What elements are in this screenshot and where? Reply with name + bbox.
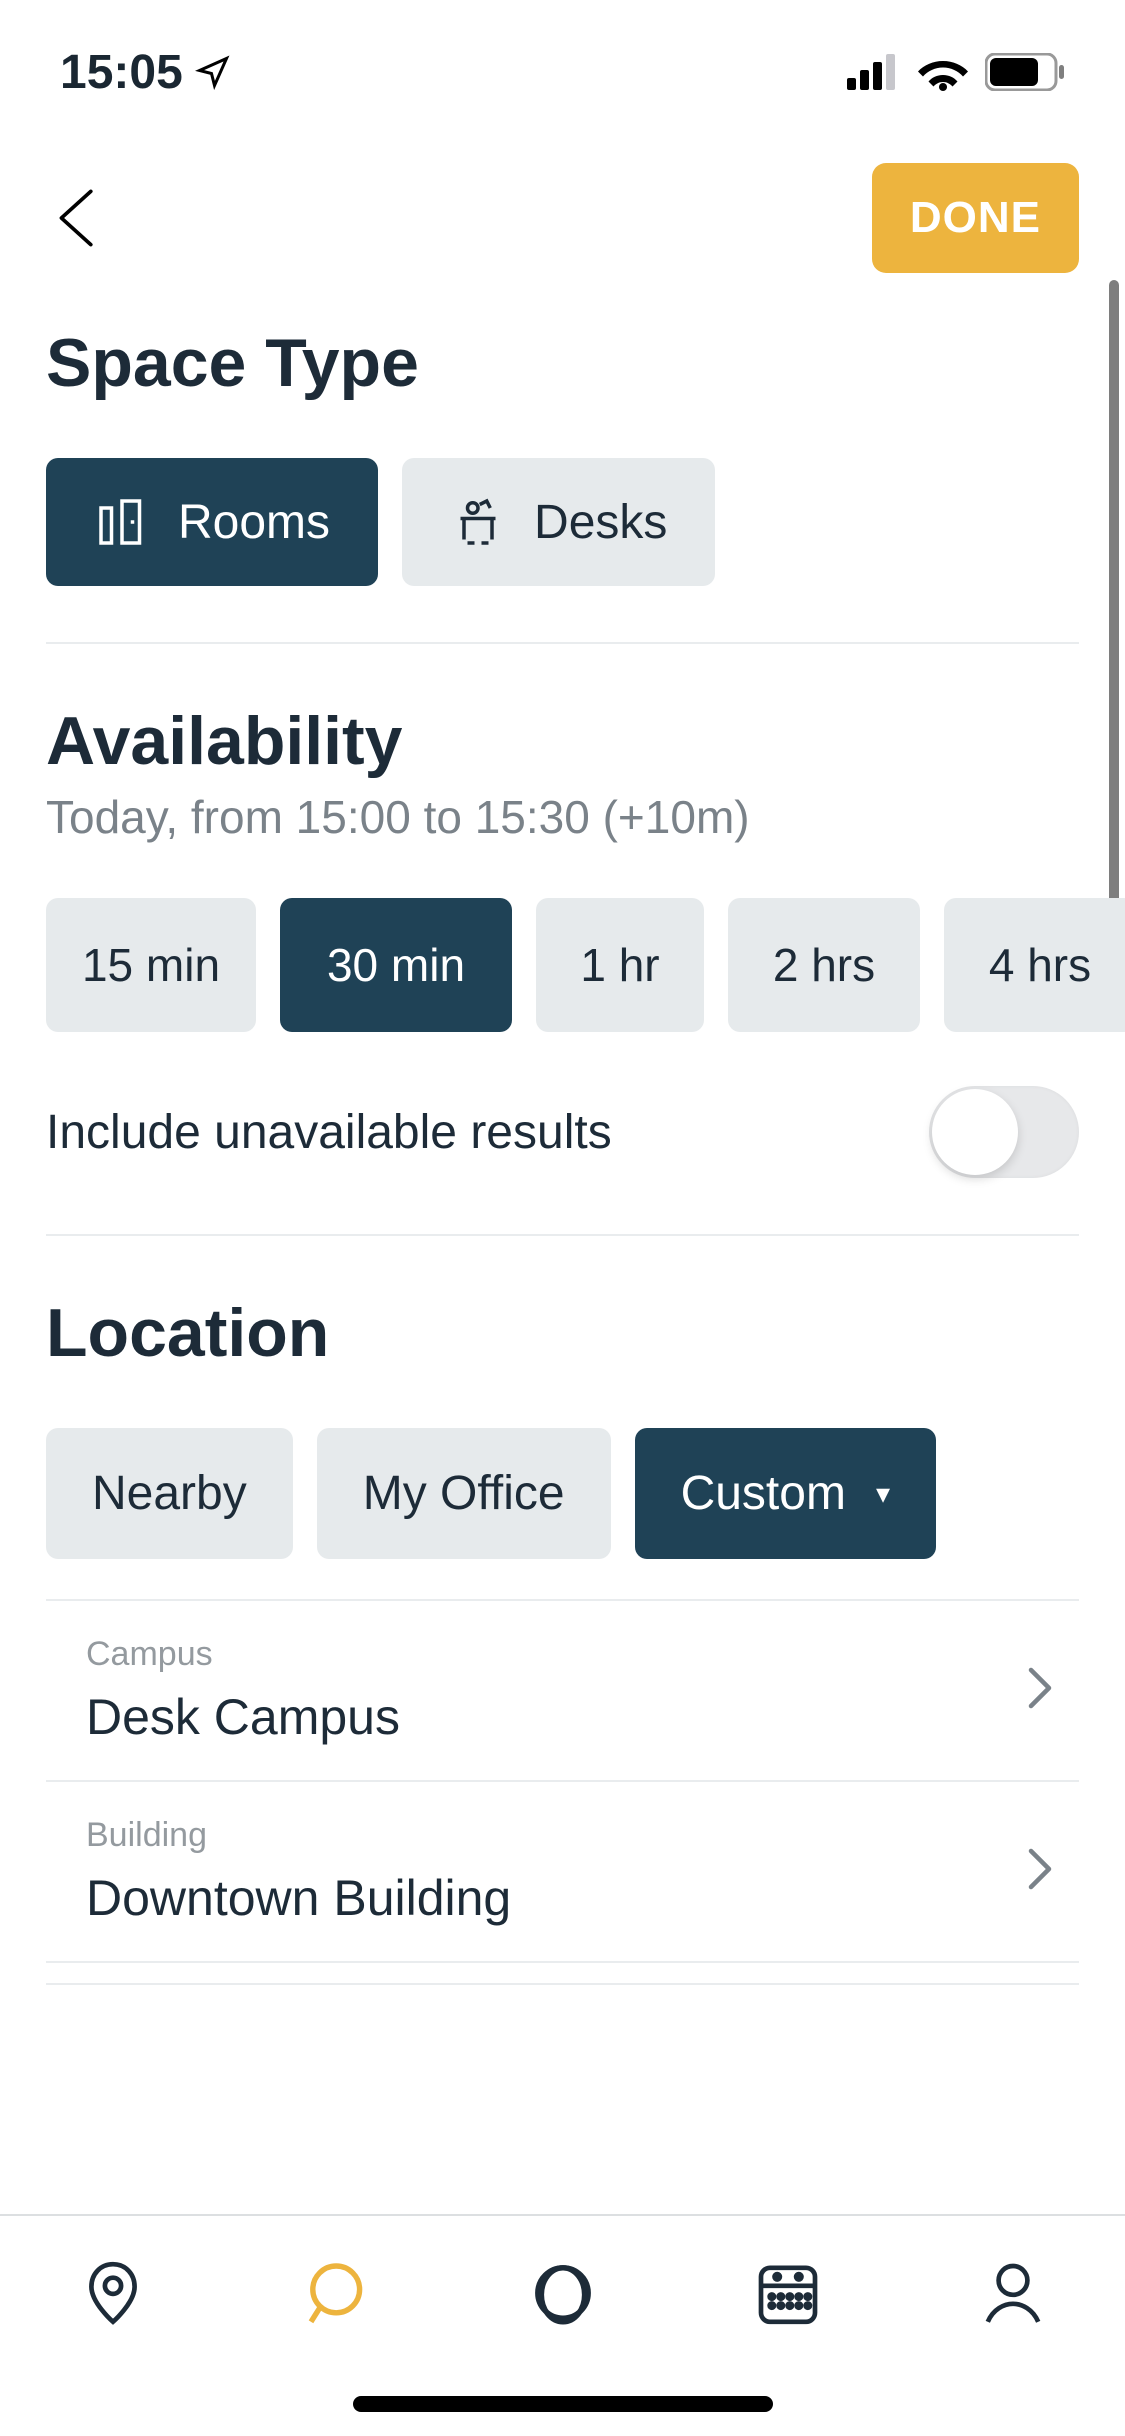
building-text: Building Downtown Building <box>86 1816 511 1927</box>
campus-text: Campus Desk Campus <box>86 1635 400 1746</box>
space-type-rooms[interactable]: Rooms <box>46 458 378 586</box>
content: Space Type Rooms Desks Availability <box>0 324 1125 1985</box>
campus-value: Desk Campus <box>86 1688 400 1746</box>
header: DONE <box>0 132 1125 304</box>
circles-icon <box>527 2257 599 2329</box>
done-button[interactable]: DONE <box>872 163 1079 273</box>
campus-label: Campus <box>86 1635 400 1674</box>
duration-4-hrs[interactable]: 4 hrs <box>944 898 1125 1032</box>
duration-1-hr[interactable]: 1 hr <box>536 898 704 1032</box>
duration-2-hrs[interactable]: 2 hrs <box>728 898 920 1032</box>
status-icons <box>847 53 1065 91</box>
space-type-title: Space Type <box>46 324 1079 402</box>
person-icon <box>977 2257 1049 2329</box>
space-type-desks[interactable]: Desks <box>402 458 715 586</box>
pin-icon <box>77 2257 149 2329</box>
building-label: Building <box>86 1816 511 1855</box>
include-unavailable-label: Include unavailable results <box>46 1105 612 1160</box>
location-title: Location <box>46 1294 1079 1372</box>
duration-15-min[interactable]: 15 min <box>46 898 256 1032</box>
location-buttons: Nearby My Office Custom ▾ <box>46 1428 1079 1559</box>
toggle-thumb <box>932 1089 1018 1175</box>
caret-down-icon: ▾ <box>876 1477 890 1510</box>
tab-calendar[interactable] <box>738 2248 838 2338</box>
wifi-icon <box>917 53 969 91</box>
include-unavailable-row: Include unavailable results <box>46 1086 1079 1178</box>
location-arrow-icon <box>195 54 231 90</box>
location-custom-label: Custom <box>681 1466 846 1521</box>
availability-subtitle: Today, from 15:00 to 15:30 (+10m) <box>46 790 1079 844</box>
status-time: 15:05 <box>60 45 231 100</box>
location-custom[interactable]: Custom ▾ <box>635 1428 936 1559</box>
battery-icon <box>985 53 1065 91</box>
tab-profile[interactable] <box>963 2248 1063 2338</box>
divider <box>46 1983 1079 1985</box>
calendar-icon <box>752 2257 824 2329</box>
tab-location[interactable] <box>63 2248 163 2338</box>
arrow-left-icon <box>46 183 116 253</box>
back-button[interactable] <box>46 183 116 253</box>
status-bar: 15:05 <box>0 0 1125 132</box>
building-row[interactable]: Building Downtown Building <box>46 1782 1079 1963</box>
tab-search[interactable] <box>288 2248 388 2338</box>
status-time-text: 15:05 <box>60 45 183 100</box>
campus-row[interactable]: Campus Desk Campus <box>46 1601 1079 1782</box>
rooms-icon <box>94 494 150 550</box>
include-unavailable-toggle[interactable] <box>929 1086 1079 1178</box>
desks-label: Desks <box>534 495 667 550</box>
duration-30-min[interactable]: 30 min <box>280 898 512 1032</box>
chevron-right-icon <box>1025 1845 1055 1898</box>
desks-icon <box>450 494 506 550</box>
divider <box>46 642 1079 644</box>
space-type-buttons: Rooms Desks <box>46 458 1079 586</box>
chevron-right-icon <box>1025 1664 1055 1717</box>
cellular-signal-icon <box>847 54 901 90</box>
building-value: Downtown Building <box>86 1869 511 1927</box>
home-indicator[interactable] <box>353 2396 773 2412</box>
tab-circles[interactable] <box>513 2248 613 2338</box>
rooms-label: Rooms <box>178 495 330 550</box>
duration-chips: 15 min 30 min 1 hr 2 hrs 4 hrs <box>46 898 1125 1032</box>
location-nearby[interactable]: Nearby <box>46 1428 293 1559</box>
availability-title: Availability <box>46 702 1079 780</box>
divider <box>46 1234 1079 1236</box>
location-my-office[interactable]: My Office <box>317 1428 611 1559</box>
search-icon <box>302 2257 374 2329</box>
